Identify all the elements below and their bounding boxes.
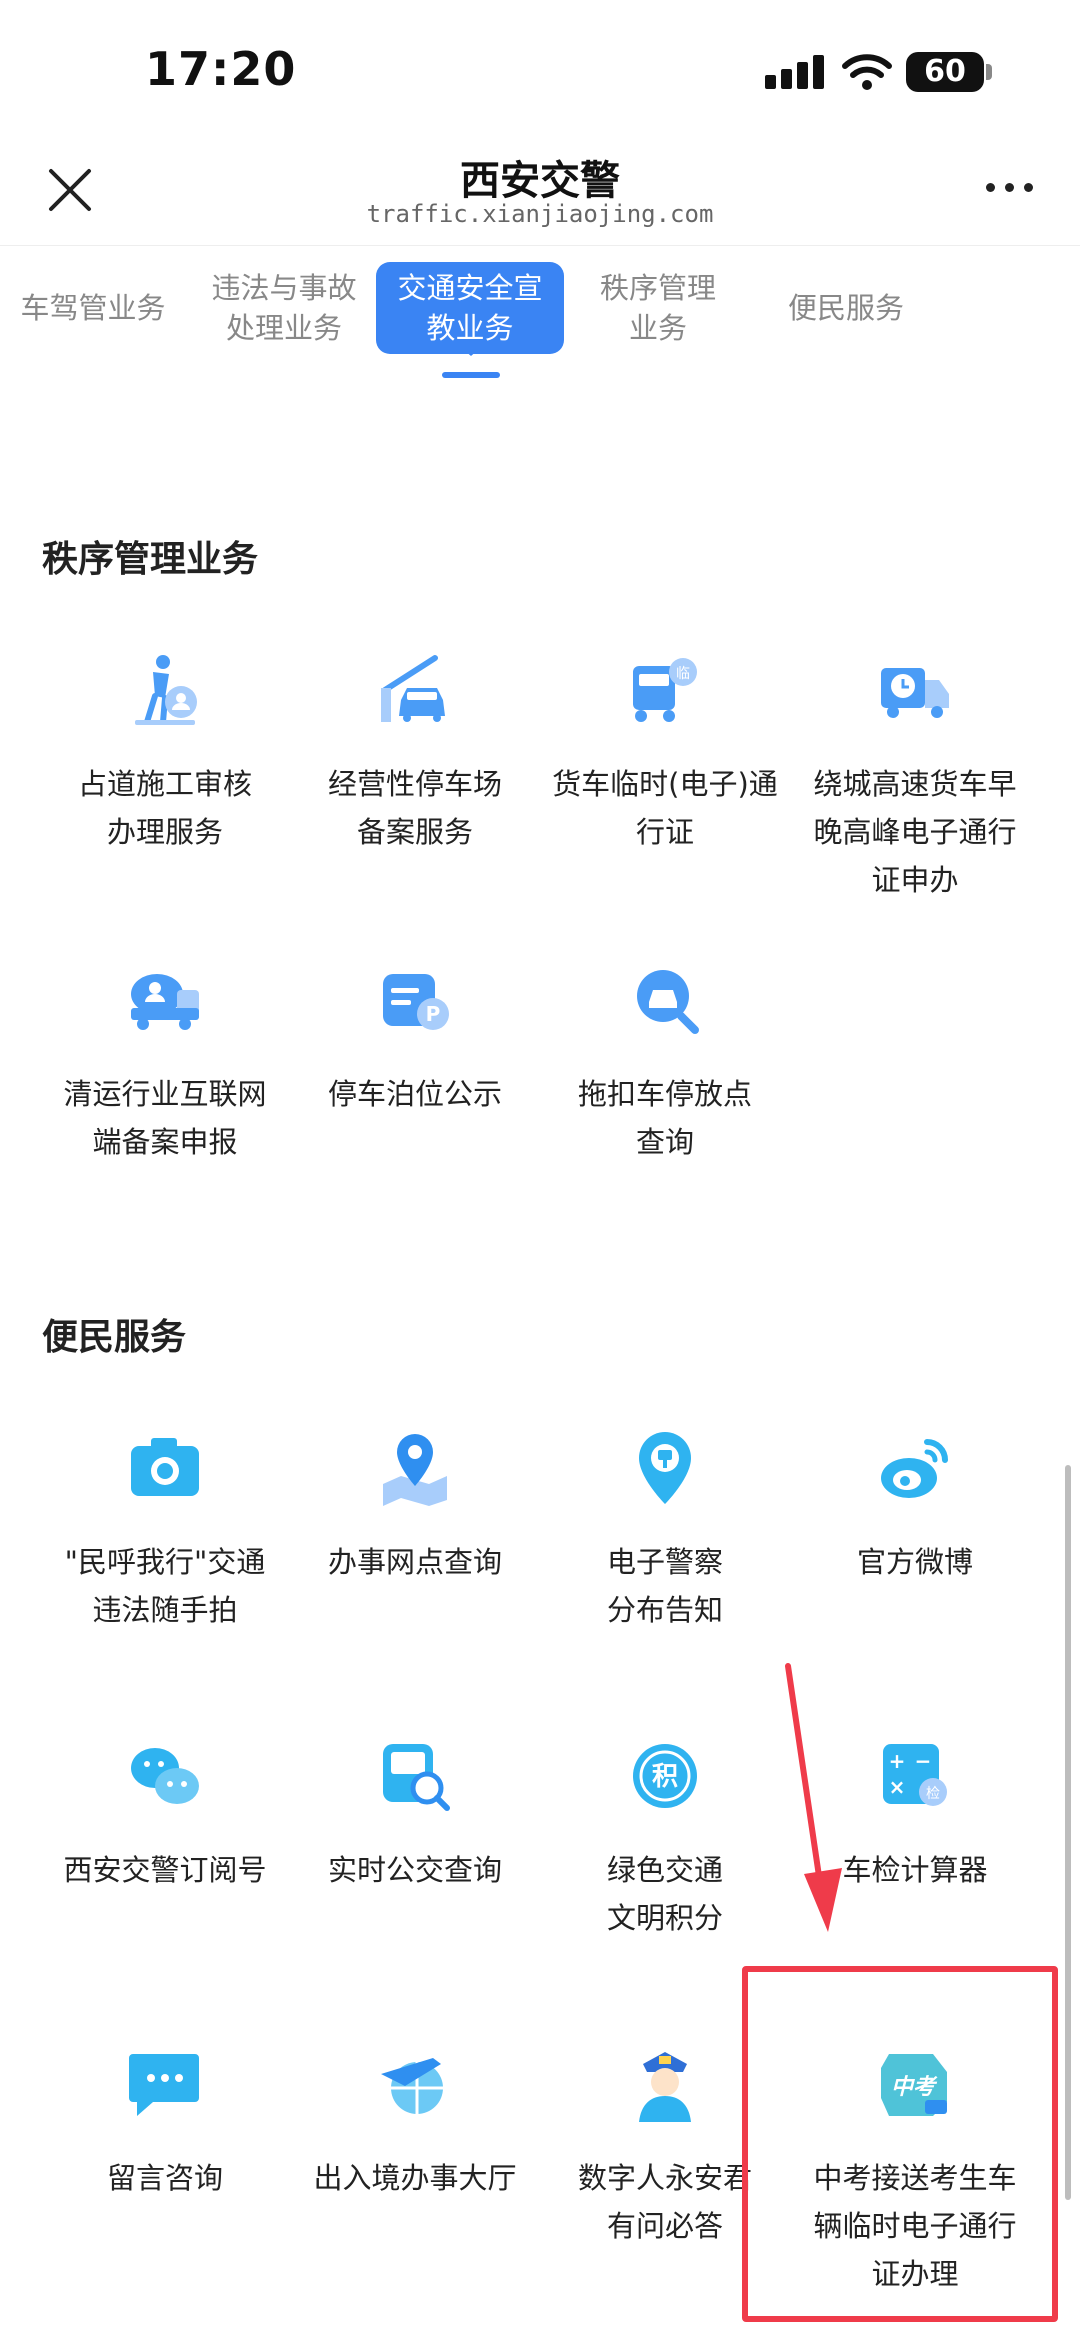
active-tab-underline [442, 372, 500, 378]
scrollbar[interactable] [1065, 1465, 1071, 2200]
service-item[interactable]: 出入境办事大厅 [290, 2044, 540, 2202]
wechat-icon [131, 1748, 199, 1804]
service-item[interactable]: 西安交警订阅号 [40, 1736, 290, 1894]
camera-icon [131, 1438, 199, 1496]
status-bar: 17:20 60 [0, 0, 1080, 140]
tab-violation-accident[interactable]: 违法与事故 处理业务 [196, 262, 372, 354]
weibo-icon [881, 1439, 948, 1498]
svg-text:+: + [889, 1749, 906, 1773]
section-title-order: 秩序管理业务 [42, 539, 259, 580]
service-item[interactable]: 积 绿色交通 文明积分 [540, 1736, 790, 1942]
car-search-icon [637, 970, 699, 1034]
service-label: 清运行业互联网 端备案申报 [63, 1077, 267, 1159]
tab-vehicle-driver[interactable]: 车驾管业务 [8, 262, 178, 354]
service-item[interactable]: 清运行业互联网 端备案申报 [40, 960, 290, 1166]
service-label: 拖扣车停放点 查询 [577, 1077, 752, 1159]
service-label: 绕城高速货车早 晚高峰电子通行 证申办 [813, 767, 1017, 897]
service-label: 西安交警订阅号 [63, 1853, 267, 1887]
truck-temp-pass-icon: 临 [633, 658, 697, 722]
police-camera-icon [639, 1432, 691, 1504]
message-icon [129, 2054, 199, 2116]
svg-text:检: 检 [926, 1786, 940, 1802]
service-label: 经营性停车场 备案服务 [327, 767, 502, 849]
service-item[interactable]: 办事网点查询 [290, 1428, 540, 1586]
service-item[interactable]: 占道施工审核 办理服务 [40, 650, 290, 856]
service-label: 占道施工审核 办理服务 [77, 767, 252, 849]
digital-police-icon [639, 2052, 691, 2122]
road-worker-icon [135, 655, 197, 725]
service-label: 留言咨询 [106, 2161, 223, 2195]
active-tab-pointer [455, 342, 487, 356]
service-item[interactable]: 临 货车临时(电子)通 行证 [540, 650, 790, 856]
page-url: traffic.xianjiaojing.com [366, 200, 714, 228]
garbage-truck-icon [131, 974, 199, 1030]
tab-order-management[interactable]: 秩序管理 业务 [586, 262, 730, 354]
service-item[interactable]: 官方微博 [790, 1428, 1040, 1586]
svg-text:临: 临 [676, 666, 690, 682]
tab-safety-education[interactable]: 交通安全宣 教业务 [376, 262, 564, 354]
plane-globe-icon [381, 2058, 443, 2114]
points-icon: 积 [633, 1744, 697, 1808]
service-item[interactable]: 绕城高速货车早 晚高峰电子通行 证申办 [790, 650, 1040, 904]
svg-text:积: 积 [652, 1762, 678, 1792]
service-item[interactable]: 经营性停车场 备案服务 [290, 650, 540, 856]
truck-clock-icon [881, 668, 949, 718]
service-label: 停车泊位公示 [327, 1077, 502, 1111]
service-label: "民呼我行"交通 违法随手拍 [64, 1545, 266, 1627]
status-time: 17:20 [145, 42, 297, 96]
wifi-icon [842, 54, 892, 90]
svg-text:P: P [426, 1002, 441, 1026]
parking-sign-icon: P [383, 974, 449, 1030]
service-label: 实时公交查询 [327, 1853, 502, 1887]
battery-tip [986, 64, 992, 80]
map-pin-icon [383, 1434, 447, 1506]
battery-indicator: 60 [906, 52, 984, 92]
annotation-highlight-box [742, 1966, 1058, 2322]
calculator-icon: + − × 检 [883, 1744, 947, 1806]
category-tabs: 车驾管业务 违法与事故 处理业务 交通安全宣 教业务 秩序管理 业务 便民服务 [0, 245, 1080, 386]
section-title-convenience: 便民服务 [42, 1317, 187, 1358]
bus-search-icon [383, 1744, 450, 1811]
service-item[interactable]: "民呼我行"交通 违法随手拍 [40, 1428, 290, 1634]
svg-text:×: × [889, 1775, 906, 1799]
service-item[interactable]: 实时公交查询 [290, 1736, 540, 1894]
service-label: 电子警察 分布告知 [606, 1545, 723, 1627]
cellular-signal-icon [765, 55, 835, 89]
page-title: 西安交警 [460, 158, 620, 204]
tab-convenience[interactable]: 便民服务 [768, 262, 924, 354]
service-item[interactable]: P 停车泊位公示 [290, 960, 540, 1118]
svg-text:−: − [915, 1749, 932, 1773]
service-label: 货车临时(电子)通 行证 [552, 767, 778, 849]
service-item[interactable]: 留言咨询 [40, 2044, 290, 2202]
annotation-arrow [785, 1663, 842, 1932]
service-label: 绿色交通 文明积分 [606, 1853, 723, 1935]
more-options-icon[interactable] [980, 178, 1040, 198]
parking-barrier-icon [381, 655, 445, 722]
service-label: 出入境办事大厅 [313, 2161, 517, 2195]
service-item[interactable]: 电子警察 分布告知 [540, 1428, 790, 1634]
service-item[interactable]: 拖扣车停放点 查询 [540, 960, 790, 1166]
service-label: 办事网点查询 [327, 1545, 502, 1579]
service-label: 官方微博 [856, 1545, 973, 1579]
